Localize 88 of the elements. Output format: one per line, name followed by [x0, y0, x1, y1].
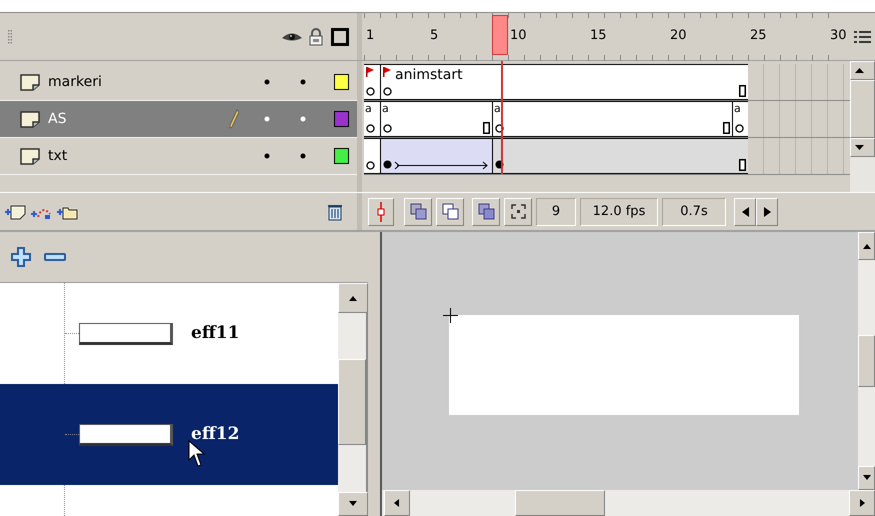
lock-dot-icon[interactable] [300, 116, 306, 122]
item-label: eff12 [191, 422, 240, 446]
frame-number: 25 [750, 29, 767, 42]
scroll-down-button[interactable] [858, 466, 875, 490]
frame-number: 30 [830, 29, 847, 42]
item-label: eff11 [191, 322, 240, 345]
frame-number: 1 [366, 29, 374, 42]
visibility-dot-icon[interactable] [264, 116, 270, 122]
scroll-right-button[interactable] [849, 490, 875, 516]
onion-markers-icon [510, 204, 526, 219]
layer-icon [20, 148, 40, 164]
lock-dot-icon[interactable] [300, 153, 306, 159]
frame-label: animstart [395, 68, 463, 82]
onion-skin-icon [410, 203, 426, 220]
scroll-down-button[interactable] [850, 138, 875, 157]
tween-frame[interactable] [476, 139, 492, 173]
edit-multiple-frames-button[interactable] [472, 198, 500, 226]
scroll-up-button[interactable] [850, 61, 875, 80]
lock-dot-icon[interactable] [300, 79, 306, 85]
scroll-thumb[interactable] [515, 490, 605, 516]
frame-rate-field: 12.0 fps [580, 198, 658, 226]
outline-icon[interactable] [331, 28, 349, 46]
onion-skin-button[interactable] [404, 198, 432, 226]
layer-name: markeri [48, 72, 103, 92]
layer-icon [20, 110, 40, 128]
flag-icon [383, 67, 391, 77]
scroll-thumb[interactable] [858, 335, 875, 387]
onion-markers-button[interactable] [504, 198, 532, 226]
end-frame-icon [723, 122, 730, 134]
tween-frame[interactable] [380, 139, 396, 173]
panel-menu-icon[interactable] [854, 30, 871, 44]
add-icon[interactable] [10, 246, 32, 268]
scroll-right-button[interactable] [756, 198, 778, 226]
layer-row[interactable]: AS [0, 101, 357, 138]
vertical-scrollbar[interactable] [850, 61, 875, 192]
layer-color-swatch[interactable] [334, 74, 349, 90]
add-layer-icon[interactable] [4, 204, 26, 220]
action-mark: a [365, 103, 372, 114]
layer-color-swatch[interactable] [334, 111, 349, 127]
tree-item[interactable]: eff12 [0, 384, 338, 485]
tree-item[interactable]: eff11 [0, 283, 338, 384]
elapsed-time-field: 0.7s [662, 198, 726, 226]
stage-horizontal-scrollbar[interactable] [382, 490, 875, 516]
scroll-left-button[interactable] [734, 198, 756, 226]
remove-icon[interactable] [44, 252, 66, 262]
flag-icon [366, 67, 374, 77]
scroll-up-button[interactable] [338, 283, 368, 313]
lock-icon[interactable] [309, 28, 323, 46]
scroll-right-icon [764, 206, 770, 216]
frame-number: 20 [670, 29, 687, 42]
empty-keyframe-icon [495, 124, 504, 133]
eye-icon[interactable] [281, 30, 303, 42]
layer-name: AS [48, 110, 68, 128]
stage-vertical-scrollbar[interactable] [858, 232, 875, 490]
end-frame-icon [739, 159, 746, 171]
frame-cell[interactable] [732, 139, 748, 173]
current-frame-field: 9 [536, 198, 576, 226]
scroll-thumb[interactable] [338, 359, 366, 445]
frame-number: 15 [590, 29, 607, 42]
scroll-left-icon [742, 206, 748, 216]
keyframe-dot-icon [383, 160, 392, 169]
action-mark: a [494, 103, 501, 114]
edit-multiple-frames-icon [478, 203, 494, 220]
scroll-down-button[interactable] [338, 492, 368, 516]
visibility-dot-icon[interactable] [264, 79, 270, 85]
crosshair-icon [443, 308, 458, 323]
action-mark: a [734, 103, 741, 114]
trash-icon[interactable] [327, 202, 343, 220]
layer-name: txt [48, 146, 68, 166]
end-frame-icon [483, 122, 490, 134]
scroll-thumb[interactable] [850, 80, 875, 138]
splitter[interactable] [368, 232, 382, 516]
frame-number: 10 [510, 29, 527, 42]
grip-icon [8, 30, 12, 44]
layer-icon [20, 74, 40, 90]
action-mark: a [382, 103, 389, 114]
layer-color-swatch[interactable] [334, 148, 349, 164]
onion-outline-icon [442, 203, 458, 220]
visibility-dot-icon[interactable] [264, 153, 270, 159]
scroll-left-button[interactable] [384, 490, 410, 516]
onion-outline-button[interactable] [436, 198, 464, 226]
cursor-icon [188, 440, 206, 468]
frame-number: 5 [430, 29, 438, 42]
empty-keyframe-icon [735, 124, 744, 133]
center-frame-icon [376, 202, 386, 222]
list-scrollbar[interactable] [338, 283, 368, 516]
scroll-up-button[interactable] [858, 232, 875, 260]
center-frame-button[interactable] [368, 198, 394, 226]
